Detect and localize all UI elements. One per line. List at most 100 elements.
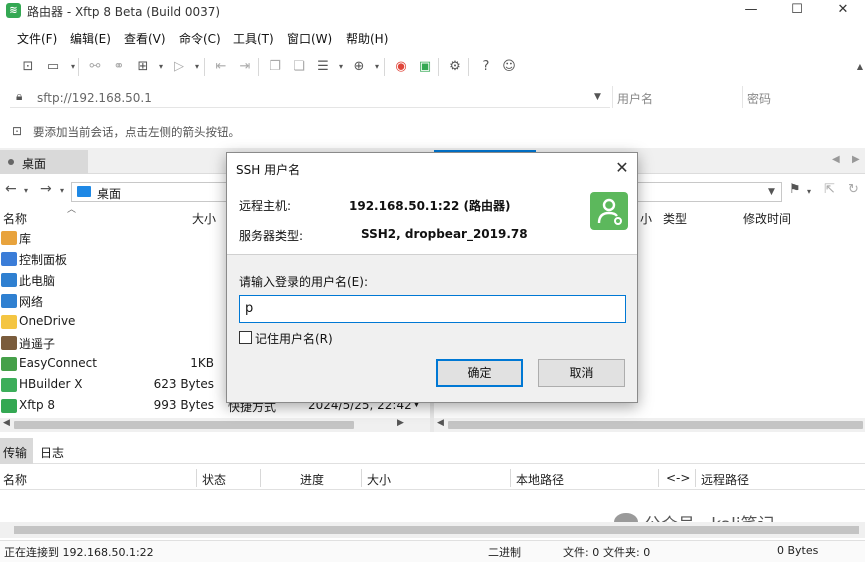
minimize-button[interactable]: — xyxy=(728,0,774,22)
cancel-button[interactable]: 取消 xyxy=(538,359,625,387)
dialog-info-panel xyxy=(227,183,637,255)
menu-edit[interactable]: 编辑(E) xyxy=(70,30,111,47)
reconnect-icon[interactable]: ⚭ xyxy=(110,58,128,76)
scroll-right-icon[interactable]: ▶ xyxy=(397,418,404,428)
column-separator xyxy=(196,469,197,487)
scroll-left-icon[interactable]: ◀ xyxy=(437,418,444,428)
total-bytes: 0 Bytes xyxy=(777,544,819,557)
scroll-left-icon[interactable]: ◀ xyxy=(3,418,10,428)
desktop-folder-icon xyxy=(77,186,91,197)
transfer-icon[interactable]: ▷ xyxy=(170,58,188,76)
tab-scroll-left-icon[interactable]: ◀ xyxy=(832,154,840,165)
copy-icon[interactable]: ❐ xyxy=(266,58,284,76)
duplicate-icon[interactable]: ❏ xyxy=(290,58,308,76)
xshell-icon[interactable]: ◉ xyxy=(392,58,410,76)
tab-scroll-right-icon[interactable]: ▶ xyxy=(852,154,860,165)
toolbar-separator xyxy=(258,58,259,76)
remote-hscroll-thumb[interactable] xyxy=(448,421,863,429)
local-col-size[interactable]: 大小 xyxy=(192,210,216,227)
local-col-name[interactable]: 名称 xyxy=(3,210,27,227)
settings-icon[interactable]: ⚙ xyxy=(446,58,464,76)
dropdown-icon[interactable]: ▾ xyxy=(152,58,170,76)
bookmark-dropdown-icon[interactable]: ▾ xyxy=(807,187,811,196)
transfer-col-local-path[interactable]: 本地路径 xyxy=(516,471,564,488)
remote-col-size[interactable]: 小 xyxy=(640,210,652,227)
dialog-close-button[interactable]: ✕ xyxy=(612,158,632,178)
server-type-label: 服务器类型: xyxy=(239,229,304,243)
transfer-col-remote-path[interactable]: 远程路径 xyxy=(701,471,749,488)
transfer-col-direction[interactable]: <-> xyxy=(666,471,690,485)
parent-folder-icon[interactable]: ⇱ xyxy=(824,182,835,197)
transfer-col-size[interactable]: 大小 xyxy=(367,471,391,488)
help-icon[interactable]: ? xyxy=(477,58,495,76)
sort-ascending-icon: ︿ xyxy=(67,205,77,215)
add-session-icon[interactable]: ⊡ xyxy=(12,124,22,138)
remote-host-value: 192.168.50.1:22 (路由器) xyxy=(349,199,511,213)
disconnect-icon[interactable]: ⚯ xyxy=(86,58,104,76)
back-arrow-icon[interactable]: ← xyxy=(5,181,17,197)
download-icon[interactable]: ⇥ xyxy=(236,58,254,76)
remote-path-input[interactable] xyxy=(636,182,782,202)
maximize-button[interactable]: ☐ xyxy=(774,0,820,22)
file-name: EasyConnect xyxy=(19,356,97,370)
menu-tools[interactable]: 工具(T) xyxy=(233,30,274,47)
new-window-icon[interactable]: ⊞ xyxy=(134,58,152,76)
column-separator xyxy=(361,469,362,487)
new-session-icon[interactable]: ⊡ xyxy=(19,58,37,76)
ssh-username-input[interactable]: p xyxy=(239,295,626,323)
file-name: Xftp 8 xyxy=(19,398,56,412)
forward-dropdown-icon[interactable]: ▾ xyxy=(60,186,64,195)
dropdown-icon[interactable]: ▾ xyxy=(332,58,350,76)
address-dropdown-icon[interactable]: ▼ xyxy=(594,92,601,102)
xftp-icon xyxy=(1,399,17,413)
user-icon xyxy=(1,336,17,350)
transfer-hscroll-thumb[interactable] xyxy=(14,526,859,534)
list-view-icon[interactable]: ☰ xyxy=(314,58,332,76)
back-dropdown-icon[interactable]: ▾ xyxy=(24,186,28,195)
tab-status-dot xyxy=(8,159,14,165)
remember-username-label[interactable]: 记住用户名(R) xyxy=(255,330,333,347)
local-hscroll-thumb[interactable] xyxy=(14,421,354,429)
xftp-app-icon: ≋ xyxy=(6,3,21,18)
menu-window[interactable]: 窗口(W) xyxy=(287,30,332,47)
window-title: 路由器 - Xftp 8 Beta (Build 0037) xyxy=(27,5,221,19)
remote-col-type[interactable]: 类型 xyxy=(663,210,687,227)
file-name: 此电脑 xyxy=(19,274,56,288)
scroll-up-icon[interactable]: ▲ xyxy=(851,58,865,76)
server-type-value: SSH2, dropbear_2019.78 xyxy=(361,227,528,241)
forward-arrow-icon[interactable]: → xyxy=(40,181,52,197)
tab-log[interactable]: 日志 xyxy=(40,444,64,461)
bookmark-icon[interactable]: ⚑ xyxy=(789,182,801,197)
upload-icon[interactable]: ⇤ xyxy=(212,58,230,76)
menu-file[interactable]: 文件(F) xyxy=(17,30,57,47)
transfer-col-progress[interactable]: 进度 xyxy=(300,471,324,488)
globe-icon[interactable]: ⊕ xyxy=(350,58,368,76)
transfer-col-name[interactable]: 名称 xyxy=(3,471,27,488)
menu-command[interactable]: 命令(C) xyxy=(179,30,221,47)
file-name: 网络 xyxy=(19,295,44,309)
remote-path-dropdown-icon[interactable]: ▼ xyxy=(768,187,775,197)
file-size: 623 Bytes xyxy=(153,377,214,391)
remember-username-checkbox[interactable] xyxy=(239,331,252,344)
close-window-button[interactable]: ✕ xyxy=(820,0,865,22)
transfer-mode: 二进制 xyxy=(488,546,521,559)
refresh-icon[interactable]: ↻ xyxy=(848,182,859,197)
column-separator xyxy=(260,469,261,487)
ok-button[interactable]: 确定 xyxy=(436,359,523,387)
toolbar-separator xyxy=(78,58,79,76)
connection-status: 正在连接到 192.168.50.1:22 xyxy=(4,546,154,559)
xftp-icon[interactable]: ▣ xyxy=(416,58,434,76)
username-prompt: 请输入登录的用户名(E): xyxy=(239,275,368,289)
remote-col-modified[interactable]: 修改时间 xyxy=(743,210,791,227)
column-separator xyxy=(695,469,696,487)
menu-view[interactable]: 查看(V) xyxy=(124,30,166,47)
menu-help[interactable]: 帮助(H) xyxy=(346,30,388,47)
host-address-input[interactable]: sftp://192.168.50.1 xyxy=(37,91,152,105)
chat-icon[interactable]: ☺ xyxy=(500,58,518,76)
transfer-col-status[interactable]: 状态 xyxy=(202,471,226,488)
dropdown-icon[interactable]: ▾ xyxy=(64,58,82,76)
tab-desktop-label: 桌面 xyxy=(22,157,47,171)
open-session-icon[interactable]: ▭ xyxy=(44,58,62,76)
column-separator xyxy=(510,469,511,487)
control-panel-icon xyxy=(1,252,17,266)
